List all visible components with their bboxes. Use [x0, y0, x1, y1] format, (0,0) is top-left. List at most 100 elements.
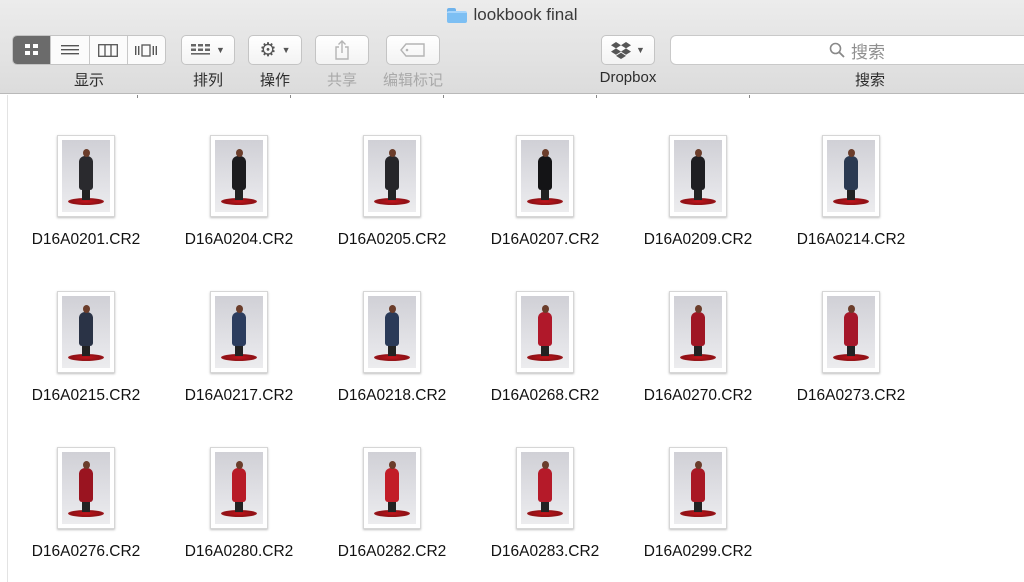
- file-thumbnail[interactable]: [669, 291, 727, 373]
- file-item[interactable]: D16A0276.CR2: [11, 447, 161, 561]
- file-item[interactable]: D16A0280.CR2: [164, 447, 314, 561]
- file-icon-grid: D16A0201.CR2 D16A0204.CR2 D16A0205.CR2 D16A…: [0, 95, 1024, 582]
- file-thumbnail[interactable]: [363, 135, 421, 217]
- file-name: D16A0217.CR2: [184, 387, 294, 404]
- previous-row-marker: [749, 95, 750, 98]
- file-thumbnail[interactable]: [516, 447, 574, 529]
- window-title-text: lookbook final: [473, 5, 578, 24]
- file-item[interactable]: D16A0218.CR2: [317, 291, 467, 405]
- file-item[interactable]: D16A0204.CR2: [164, 135, 314, 249]
- view-label: 显示: [73, 72, 104, 89]
- photo-preview: [827, 296, 875, 368]
- file-item[interactable]: D16A0273.CR2: [776, 291, 926, 405]
- file-thumbnail[interactable]: [57, 291, 115, 373]
- photo-preview: [674, 452, 722, 524]
- chevron-down-icon: ▼: [636, 45, 645, 55]
- file-name: D16A0214.CR2: [796, 231, 906, 248]
- photo-preview: [368, 140, 416, 212]
- file-thumbnail[interactable]: [363, 291, 421, 373]
- file-thumbnail[interactable]: [669, 447, 727, 529]
- file-item[interactable]: D16A0217.CR2: [164, 291, 314, 405]
- file-item[interactable]: D16A0207.CR2: [470, 135, 620, 249]
- photo-preview: [827, 140, 875, 212]
- file-thumbnail[interactable]: [363, 447, 421, 529]
- file-name: D16A0283.CR2: [490, 543, 600, 560]
- photo-preview: [368, 296, 416, 368]
- file-thumbnail[interactable]: [516, 135, 574, 217]
- file-thumbnail[interactable]: [822, 135, 880, 217]
- photo-preview: [62, 452, 110, 524]
- photo-preview: [521, 452, 569, 524]
- view-mode-control: [12, 35, 166, 65]
- folder-icon: [446, 7, 467, 23]
- file-name: D16A0215.CR2: [31, 387, 141, 404]
- photo-preview: [215, 140, 263, 212]
- file-item[interactable]: D16A0209.CR2: [623, 135, 773, 249]
- search-placeholder: 搜索: [851, 42, 885, 62]
- dropbox-label: Dropbox: [599, 69, 657, 86]
- tag-icon: [400, 43, 425, 57]
- file-name: D16A0268.CR2: [490, 387, 600, 404]
- arrange-label: 排列: [192, 72, 223, 89]
- file-name: D16A0205.CR2: [337, 231, 447, 248]
- photo-preview: [215, 452, 263, 524]
- edit-tags-button[interactable]: [386, 35, 440, 65]
- file-name: D16A0270.CR2: [643, 387, 753, 404]
- file-thumbnail[interactable]: [210, 291, 268, 373]
- gallery-view-button[interactable]: [128, 36, 165, 64]
- file-name: D16A0209.CR2: [643, 231, 753, 248]
- photo-preview: [62, 140, 110, 212]
- dropbox-icon: [611, 41, 632, 59]
- file-item[interactable]: D16A0270.CR2: [623, 291, 773, 405]
- window-title: lookbook final: [0, 5, 1024, 25]
- column-view-button[interactable]: [90, 36, 128, 64]
- previous-row-marker: [290, 95, 291, 98]
- photo-preview: [215, 296, 263, 368]
- cover-flow-icon: [135, 43, 158, 57]
- file-thumbnail[interactable]: [57, 447, 115, 529]
- file-item[interactable]: D16A0201.CR2: [11, 135, 161, 249]
- file-item[interactable]: D16A0214.CR2: [776, 135, 926, 249]
- content-edge: [7, 95, 8, 582]
- file-item[interactable]: D16A0205.CR2: [317, 135, 467, 249]
- edit-tags-label: 编辑标记: [382, 72, 443, 89]
- file-thumbnail[interactable]: [210, 135, 268, 217]
- file-item[interactable]: D16A0282.CR2: [317, 447, 467, 561]
- file-name: D16A0299.CR2: [643, 543, 753, 560]
- file-thumbnail[interactable]: [516, 291, 574, 373]
- search-icon: [829, 42, 845, 58]
- list-view-button[interactable]: [51, 36, 90, 64]
- chevron-down-icon: ▼: [216, 45, 225, 55]
- search-field[interactable]: 搜索: [670, 35, 1024, 65]
- file-name: D16A0280.CR2: [184, 543, 294, 560]
- search-label: 搜索: [854, 72, 885, 89]
- file-item[interactable]: D16A0283.CR2: [470, 447, 620, 561]
- photo-preview: [674, 296, 722, 368]
- file-item[interactable]: D16A0299.CR2: [623, 447, 773, 561]
- photo-preview: [521, 296, 569, 368]
- file-item[interactable]: D16A0215.CR2: [11, 291, 161, 405]
- file-item[interactable]: D16A0268.CR2: [470, 291, 620, 405]
- previous-row-marker: [596, 95, 597, 98]
- icon-view-button[interactable]: [13, 36, 52, 64]
- file-name: D16A0282.CR2: [337, 543, 447, 560]
- arrange-grid-icon: [191, 44, 211, 55]
- share-button[interactable]: [315, 35, 369, 65]
- chevron-down-icon: ▼: [281, 45, 291, 55]
- file-name: D16A0204.CR2: [184, 231, 294, 248]
- photo-preview: [62, 296, 110, 368]
- file-thumbnail[interactable]: [57, 135, 115, 217]
- columns-icon: [98, 43, 119, 57]
- dropbox-button[interactable]: ▼: [601, 35, 655, 65]
- file-thumbnail[interactable]: [210, 447, 268, 529]
- arrange-button[interactable]: ▼: [181, 35, 235, 65]
- file-thumbnail[interactable]: [822, 291, 880, 373]
- file-name: D16A0201.CR2: [31, 231, 141, 248]
- share-label: 共享: [326, 72, 357, 89]
- finder-toolbar: lookbook final 显示 ▼ 排列 ⚙ ▼ 操作 共享 编辑标记 ▼ …: [0, 0, 1024, 94]
- share-icon: [335, 40, 349, 60]
- action-button[interactable]: ⚙ ▼: [248, 35, 302, 65]
- file-thumbnail[interactable]: [669, 135, 727, 217]
- previous-row-marker: [137, 95, 138, 98]
- list-icon: [60, 45, 79, 55]
